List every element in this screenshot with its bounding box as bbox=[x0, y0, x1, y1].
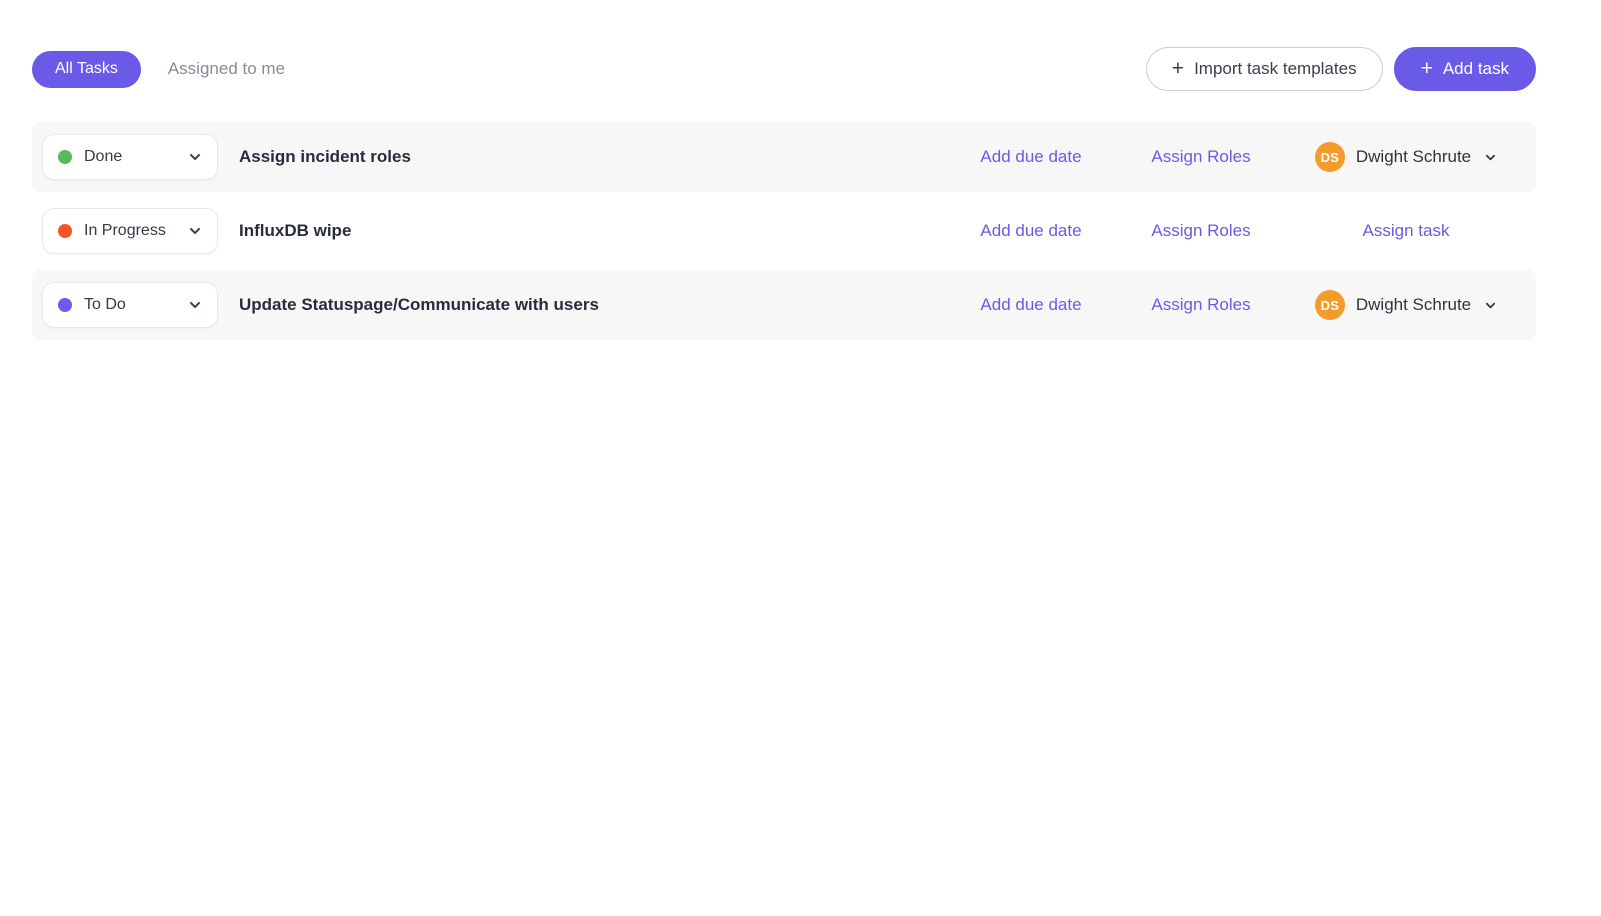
add-task-button[interactable]: + Add task bbox=[1394, 47, 1536, 91]
status-dot bbox=[58, 224, 72, 238]
task-filter-tabs: All Tasks Assigned to me bbox=[32, 51, 285, 88]
status-dropdown[interactable]: Done bbox=[42, 134, 218, 180]
assignee-name[interactable]: Dwight Schrute bbox=[1356, 147, 1471, 167]
task-title: Update Statuspage/Communicate with users bbox=[239, 295, 956, 315]
plus-icon: + bbox=[1421, 58, 1433, 79]
status-dot bbox=[58, 298, 72, 312]
import-task-templates-label: Import task templates bbox=[1194, 59, 1357, 79]
task-row: In Progress InfluxDB wipe Add due date A… bbox=[32, 196, 1536, 266]
status-label: To Do bbox=[84, 296, 126, 314]
add-due-date-link[interactable]: Add due date bbox=[980, 221, 1081, 240]
status-label: In Progress bbox=[84, 222, 166, 240]
task-list: Done Assign incident roles Add due date … bbox=[32, 122, 1536, 340]
assign-task-link[interactable]: Assign task bbox=[1363, 221, 1450, 241]
task-title: InfluxDB wipe bbox=[239, 221, 956, 241]
add-due-date-link[interactable]: Add due date bbox=[980, 147, 1081, 166]
tasks-page: All Tasks Assigned to me + Import task t… bbox=[32, 0, 1536, 340]
status-label: Done bbox=[84, 148, 122, 166]
chevron-down-icon[interactable] bbox=[1484, 299, 1497, 312]
chevron-down-icon[interactable] bbox=[1484, 151, 1497, 164]
assignee-cell: DS Dwight Schrute bbox=[1296, 142, 1516, 172]
tab-assigned-to-me[interactable]: Assigned to me bbox=[168, 51, 285, 88]
assignee-name[interactable]: Dwight Schrute bbox=[1356, 295, 1471, 315]
import-task-templates-button[interactable]: + Import task templates bbox=[1146, 47, 1383, 91]
chevron-down-icon bbox=[188, 298, 202, 312]
avatar: DS bbox=[1315, 142, 1345, 172]
status-dropdown[interactable]: In Progress bbox=[42, 208, 218, 254]
add-due-date-link[interactable]: Add due date bbox=[980, 295, 1081, 314]
assign-roles-link[interactable]: Assign Roles bbox=[1151, 147, 1250, 166]
topbar-actions: + Import task templates + Add task bbox=[1146, 47, 1536, 91]
assign-roles-link[interactable]: Assign Roles bbox=[1151, 295, 1250, 314]
plus-icon: + bbox=[1172, 58, 1184, 79]
chevron-down-icon bbox=[188, 150, 202, 164]
task-row: Done Assign incident roles Add due date … bbox=[32, 122, 1536, 192]
assign-roles-link[interactable]: Assign Roles bbox=[1151, 221, 1250, 240]
assignee-cell: Assign task bbox=[1296, 221, 1516, 241]
status-dropdown[interactable]: To Do bbox=[42, 282, 218, 328]
task-row: To Do Update Statuspage/Communicate with… bbox=[32, 270, 1536, 340]
task-title: Assign incident roles bbox=[239, 147, 956, 167]
topbar: All Tasks Assigned to me + Import task t… bbox=[32, 47, 1536, 91]
assignee-cell: DS Dwight Schrute bbox=[1296, 290, 1516, 320]
status-dot bbox=[58, 150, 72, 164]
tab-all-tasks[interactable]: All Tasks bbox=[32, 51, 141, 88]
add-task-label: Add task bbox=[1443, 59, 1509, 79]
chevron-down-icon bbox=[188, 224, 202, 238]
avatar: DS bbox=[1315, 290, 1345, 320]
